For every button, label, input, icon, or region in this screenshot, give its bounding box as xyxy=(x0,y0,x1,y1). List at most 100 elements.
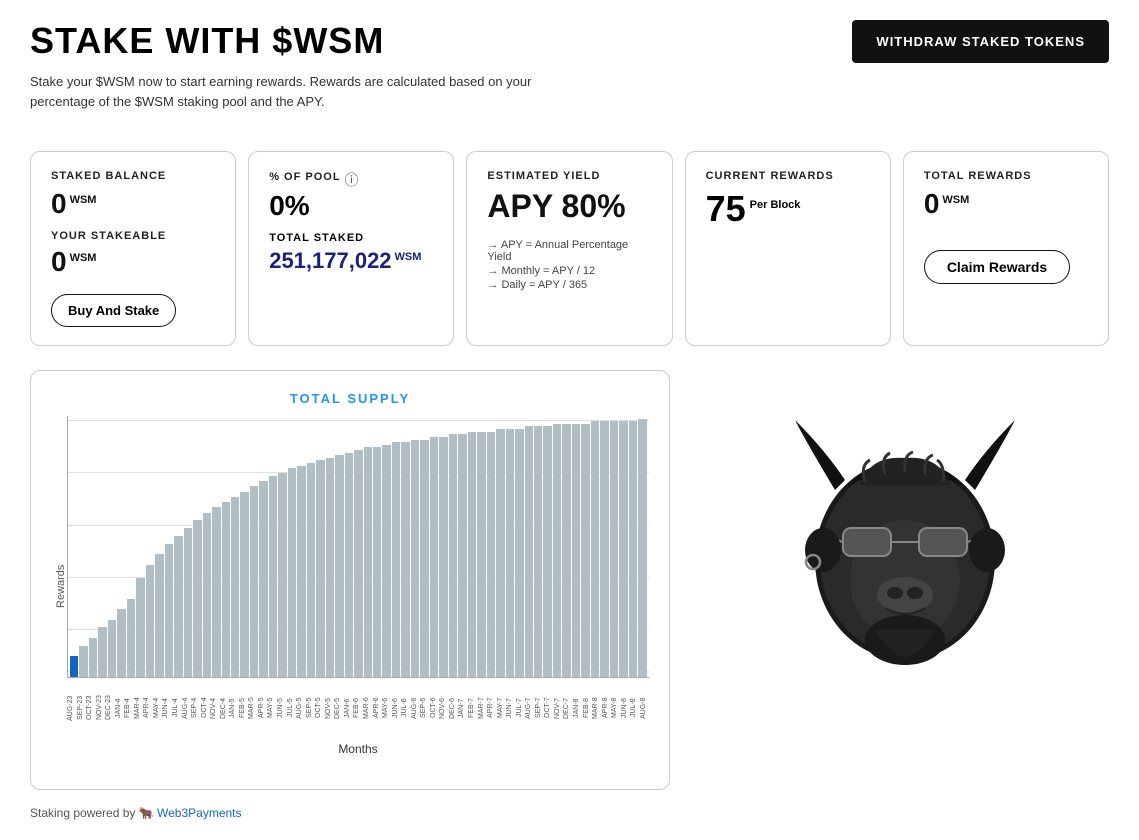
x-label: MAY-5 xyxy=(267,678,277,738)
buy-and-stake-button[interactable]: Buy And Stake xyxy=(51,294,176,327)
pool-header: % OF POOL ⓘ xyxy=(269,170,433,190)
x-label: FEB-7 xyxy=(468,678,478,738)
x-label: APR-6 xyxy=(373,678,383,738)
bar xyxy=(231,497,239,677)
x-label: OCT-7 xyxy=(544,678,554,738)
bar xyxy=(193,520,201,677)
bar xyxy=(572,424,580,677)
bar xyxy=(250,486,258,677)
bar xyxy=(449,434,457,677)
bar xyxy=(146,565,154,677)
bar xyxy=(165,544,173,677)
x-label: OCT-6 xyxy=(430,678,440,738)
x-label: DEC-23 xyxy=(105,678,115,738)
x-label: JAN-4 xyxy=(115,678,125,738)
x-label: MAR-7 xyxy=(478,678,488,738)
bar xyxy=(553,424,561,677)
bar xyxy=(581,424,589,677)
bar xyxy=(354,450,362,677)
bar xyxy=(591,421,599,677)
bar xyxy=(98,627,106,677)
apy-note-3: → Daily = APY / 365 xyxy=(487,279,651,291)
bar xyxy=(458,434,466,677)
x-label: FEB-6 xyxy=(353,678,363,738)
bars-group xyxy=(68,416,649,677)
y-axis-label: Rewards xyxy=(51,416,67,756)
apy-value: APY 80% xyxy=(487,188,651,225)
bar xyxy=(506,429,514,677)
bar xyxy=(174,536,182,677)
x-label: JUL-5 xyxy=(287,678,297,738)
x-label: OCT-23 xyxy=(86,678,96,738)
info-icon[interactable]: ⓘ xyxy=(345,170,359,190)
x-label: DEC-5 xyxy=(334,678,344,738)
bar xyxy=(70,656,78,677)
page-title: STAKE WITH $WSM xyxy=(30,20,590,62)
pool-value: 0% xyxy=(269,190,433,222)
bar xyxy=(562,424,570,677)
bar xyxy=(543,426,551,677)
x-label: JUN-8 xyxy=(621,678,631,738)
x-label: APR-4 xyxy=(143,678,153,738)
bar xyxy=(127,599,135,677)
staked-balance-value: 0WSM xyxy=(51,188,215,220)
x-label: AUG-7 xyxy=(525,678,535,738)
x-label: JUN-6 xyxy=(392,678,402,738)
x-label: MAR-5 xyxy=(248,678,258,738)
x-label: SEP-5 xyxy=(306,678,316,738)
x-label: MAY-7 xyxy=(497,678,507,738)
footer-link[interactable]: Web3Payments xyxy=(157,806,242,820)
current-rewards-card: CURRENT REWARDS 75Per Block xyxy=(685,151,891,346)
claim-rewards-button[interactable]: Claim Rewards xyxy=(924,250,1070,284)
x-label: SEP-6 xyxy=(420,678,430,738)
x-label: JUN-7 xyxy=(506,678,516,738)
bar xyxy=(619,421,627,677)
x-label: JAN-8 xyxy=(573,678,583,738)
x-label: SEP-7 xyxy=(535,678,545,738)
bar xyxy=(525,426,533,677)
bar xyxy=(117,609,125,677)
bar xyxy=(108,620,116,677)
x-label: DEC-4 xyxy=(220,678,230,738)
x-label: JUL-7 xyxy=(516,678,526,738)
footer: Staking powered by 🐂 Web3Payments xyxy=(30,806,1109,820)
staked-balance-label: STAKED BALANCE xyxy=(51,170,215,182)
bar xyxy=(184,528,192,677)
bar xyxy=(392,442,400,677)
x-label: SEP-4 xyxy=(191,678,201,738)
x-label: OCT-5 xyxy=(315,678,325,738)
bar xyxy=(515,429,523,677)
x-label: JUL-6 xyxy=(401,678,411,738)
bars-area: 2,000,000,0001,900,000,0001,800,000,0001… xyxy=(67,416,649,678)
x-label: NOV-5 xyxy=(325,678,335,738)
apy-note-2: → Monthly = APY / 12 xyxy=(487,265,651,277)
bar xyxy=(420,440,428,678)
bar xyxy=(373,447,381,677)
bar xyxy=(610,421,618,677)
x-label: AUG-6 xyxy=(411,678,421,738)
x-label: NOV-6 xyxy=(439,678,449,738)
bar xyxy=(439,437,447,677)
x-label: JUN-5 xyxy=(277,678,287,738)
apy-note-1: → APY = Annual Percentage Yield xyxy=(487,239,651,263)
x-label: APR-8 xyxy=(602,678,612,738)
x-label: AUG-8 xyxy=(640,678,649,738)
bar xyxy=(382,445,390,677)
yield-label: ESTIMATED YIELD xyxy=(487,170,651,182)
x-label: NOV-7 xyxy=(554,678,564,738)
x-label: MAR-6 xyxy=(363,678,373,738)
bar xyxy=(411,440,419,678)
bar xyxy=(345,453,353,677)
chart-wrap: Rewards 2,000,000,0001,900,000,0001,800,… xyxy=(51,416,649,756)
x-label: FEB-8 xyxy=(583,678,593,738)
total-rewards-value: 0WSM xyxy=(924,188,1088,220)
x-label: NOV-4 xyxy=(210,678,220,738)
x-label: FEB-5 xyxy=(239,678,249,738)
x-label: MAY-8 xyxy=(611,678,621,738)
bar xyxy=(288,468,296,677)
x-label: SEP-23 xyxy=(77,678,87,738)
bar xyxy=(278,473,286,677)
x-label: JAN-6 xyxy=(344,678,354,738)
withdraw-button[interactable]: WITHDRAW STAKED TOKENS xyxy=(852,20,1109,63)
cards-row: STAKED BALANCE 0WSM YOUR STAKEABLE 0WSM … xyxy=(30,151,1109,346)
